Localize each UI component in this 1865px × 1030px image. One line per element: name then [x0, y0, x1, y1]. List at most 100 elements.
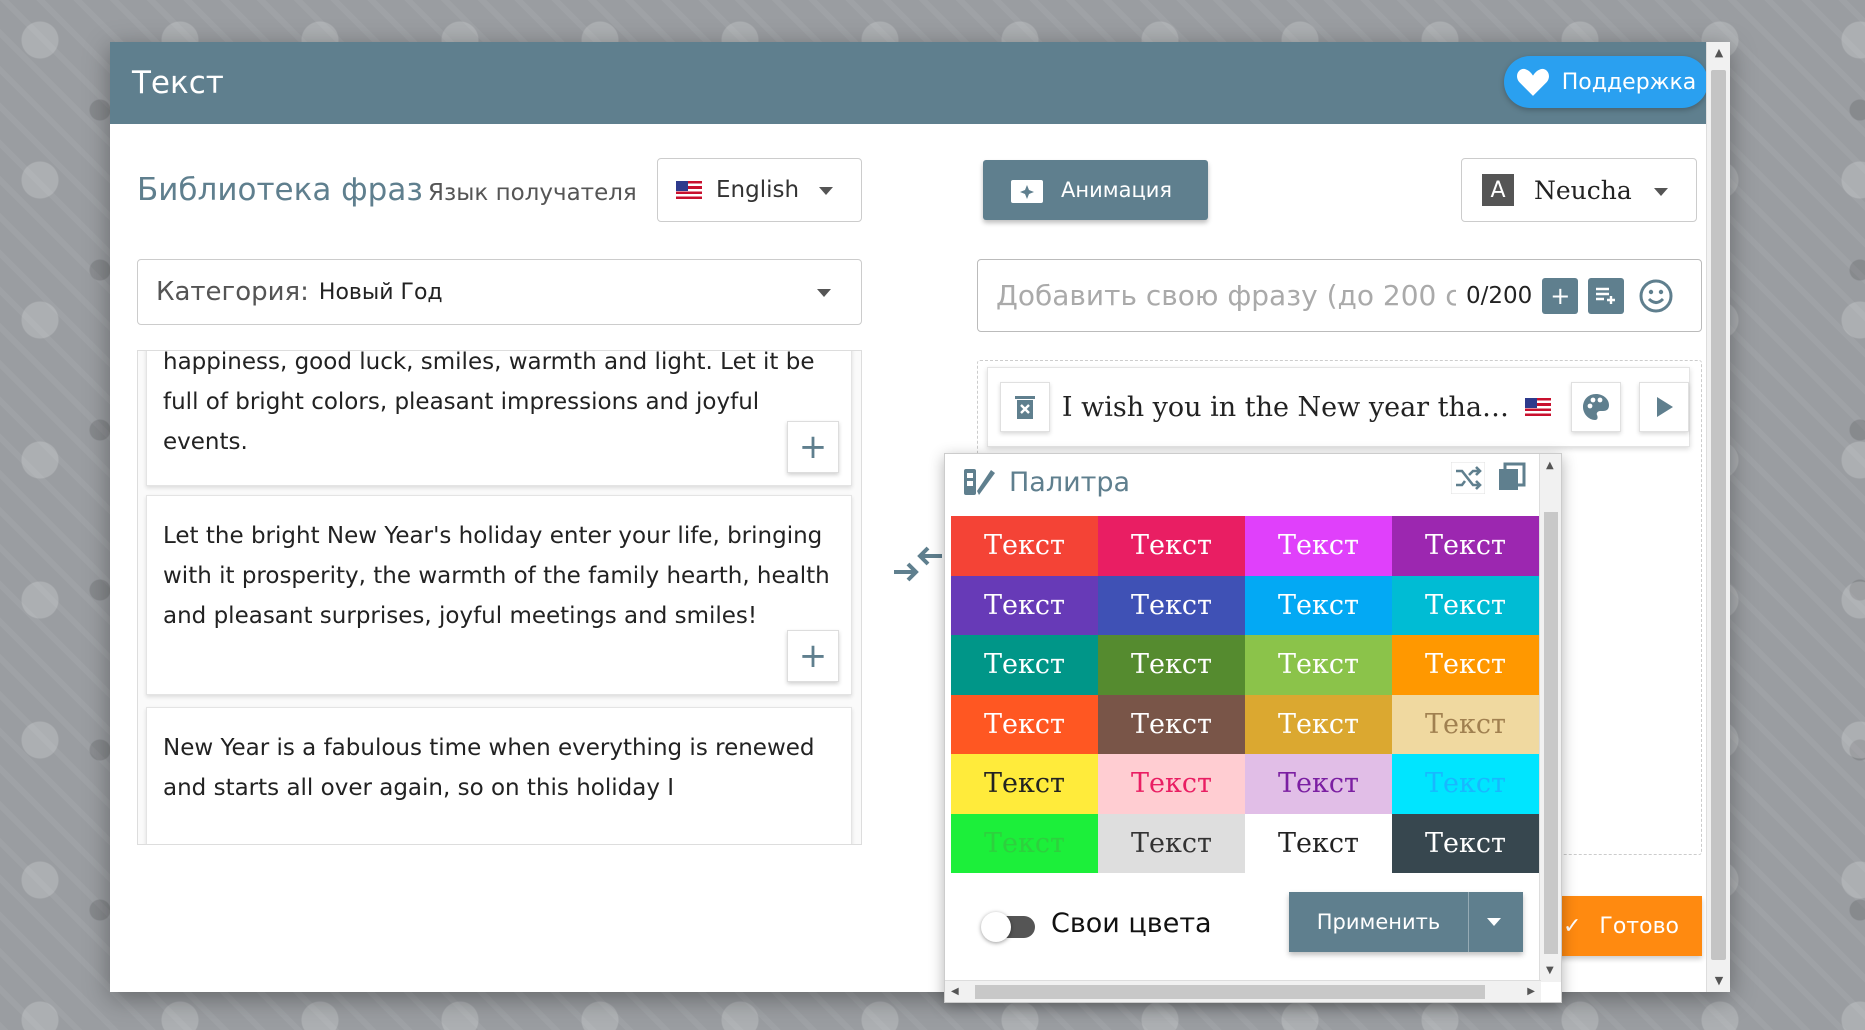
animation-button[interactable]: Анимация — [983, 160, 1208, 220]
color-swatch[interactable]: Текст — [951, 575, 1098, 635]
palette-title: Палитра — [1009, 466, 1131, 498]
dialog-scrollbar[interactable]: ▲ ▼ — [1706, 42, 1730, 992]
category-value: Новый Год — [318, 279, 443, 305]
list-item: Let the bright New Year's holiday enter … — [146, 495, 852, 695]
color-swatch[interactable]: Текст — [1098, 635, 1245, 695]
color-swatch[interactable]: Текст — [951, 635, 1098, 695]
dialog-header: Текст Поддержка — [110, 42, 1730, 124]
color-swatch-grid: Текст Текст Текст Текст Текст Текст Текст Текст… — [951, 516, 1539, 873]
color-swatch[interactable]: Текст — [1392, 813, 1539, 873]
color-swatch[interactable]: Текст — [1392, 516, 1539, 576]
palette-popup: Палитра Текст Текст Текст Текст Текст Текст Те… — [944, 453, 1562, 1003]
scroll-down-icon[interactable]: ▼ — [1707, 970, 1730, 992]
phrase-text: happiness, good luck, smiles, warmth and… — [163, 350, 815, 455]
chevron-down-icon — [1654, 188, 1668, 196]
color-swatch[interactable]: Текст — [1098, 694, 1245, 754]
color-swatch[interactable]: Текст — [951, 516, 1098, 576]
palette-icon — [1583, 394, 1610, 420]
color-swatch[interactable]: Текст — [1098, 813, 1245, 873]
category-select[interactable]: Категория: Новый Год — [137, 259, 862, 325]
apply-label: Применить — [1289, 892, 1469, 952]
color-swatch[interactable]: Текст — [1245, 516, 1392, 576]
color-swatch[interactable]: Текст — [1392, 575, 1539, 635]
color-swatch[interactable]: Текст — [1245, 813, 1392, 873]
font-value: Neucha — [1534, 175, 1632, 205]
shuffle-icon[interactable] — [1451, 462, 1485, 494]
us-flag-icon — [1525, 398, 1552, 416]
custom-phrase-input[interactable] — [996, 279, 1456, 312]
scroll-left-icon[interactable]: ◀ — [951, 986, 959, 997]
us-flag-icon — [676, 181, 702, 199]
scrollbar-thumb[interactable] — [1711, 70, 1726, 960]
support-button[interactable]: Поддержка — [1504, 56, 1708, 108]
color-swatch[interactable]: Текст — [1245, 694, 1392, 754]
done-label: Готово — [1599, 913, 1679, 939]
palette-footer: Свои цвета Применить — [945, 892, 1539, 962]
own-colors-toggle[interactable] — [981, 912, 1035, 942]
language-value: English — [716, 177, 800, 203]
toggle-knob — [981, 912, 1011, 942]
color-swatch[interactable]: Текст — [951, 754, 1098, 814]
animation-label: Анимация — [1061, 178, 1173, 202]
support-label: Поддержка — [1561, 69, 1697, 95]
font-select[interactable]: A Neucha — [1461, 158, 1697, 222]
color-swatch[interactable]: Текст — [951, 694, 1098, 754]
heart-icon — [1516, 68, 1549, 96]
playlist-add-icon — [1596, 287, 1616, 304]
color-swatch[interactable]: Текст — [1245, 754, 1392, 814]
copy-icon[interactable] — [1497, 462, 1527, 492]
color-swatch[interactable]: Текст — [951, 813, 1098, 873]
list-item: New Year is a fabulous time when everyth… — [146, 707, 852, 844]
palette-tools — [1451, 462, 1527, 494]
phrase-library-title: Библиотека фраз — [137, 172, 423, 208]
scroll-up-icon[interactable]: ▲ — [1546, 460, 1554, 471]
play-button[interactable] — [1639, 382, 1690, 432]
dialog-title: Текст — [132, 65, 224, 101]
selected-phrase-row: I wish you in the New year that happines… — [987, 367, 1690, 447]
own-colors-label: Свои цвета — [1051, 908, 1212, 939]
sparkle-film-icon — [1011, 180, 1043, 203]
category-label: Категория: — [156, 277, 309, 307]
trash-icon — [1014, 396, 1035, 419]
palette-button[interactable] — [1571, 382, 1622, 432]
add-phrase-button[interactable]: + — [787, 630, 839, 682]
scroll-down-icon[interactable]: ▼ — [1546, 965, 1554, 976]
scroll-up-icon[interactable]: ▲ — [1707, 42, 1730, 64]
phrase-text: Let the bright New Year's holiday enter … — [163, 523, 830, 629]
chevron-down-icon[interactable] — [1487, 918, 1501, 926]
done-button[interactable]: ✓ Готово — [1540, 896, 1702, 956]
color-swatch[interactable]: Текст — [1098, 575, 1245, 635]
scrollbar-thumb[interactable] — [1544, 512, 1558, 954]
phrase-list[interactable]: happiness, good luck, smiles, warmth and… — [137, 350, 862, 845]
emoji-icon[interactable] — [1638, 278, 1674, 314]
chevron-down-icon — [817, 289, 831, 297]
color-swatch[interactable]: Текст — [1392, 635, 1539, 695]
phrase-text: New Year is a fabulous time when everyth… — [163, 735, 815, 801]
play-icon — [1657, 397, 1674, 417]
color-swatch[interactable]: Текст — [1098, 516, 1245, 576]
scrollbar-thumb[interactable] — [975, 985, 1485, 999]
add-phrase-button[interactable]: + — [787, 421, 839, 473]
color-swatch[interactable]: Текст — [1098, 754, 1245, 814]
scroll-right-icon[interactable]: ▶ — [1527, 986, 1535, 997]
custom-phrase-field: 0/200 + — [977, 259, 1702, 332]
recipient-language-label: Язык получателя — [428, 180, 637, 206]
char-counter: 0/200 — [1466, 282, 1533, 309]
color-swatch[interactable]: Текст — [1392, 694, 1539, 754]
color-swatch[interactable]: Текст — [1245, 635, 1392, 695]
add-custom-phrase-button[interactable]: + — [1542, 277, 1579, 314]
language-select[interactable]: English — [657, 158, 862, 222]
palette-horizontal-scrollbar[interactable]: ◀ ▶ — [945, 980, 1541, 1002]
color-swatch[interactable]: Текст — [1245, 575, 1392, 635]
apply-button[interactable]: Применить — [1289, 892, 1523, 952]
color-swatch[interactable]: Текст — [1392, 754, 1539, 814]
selected-phrase-text: I wish you in the New year that happines… — [1061, 391, 1515, 423]
swap-arrows-icon[interactable] — [890, 542, 946, 586]
palette-vertical-scrollbar[interactable]: ▲ ▼ — [1539, 454, 1561, 982]
check-icon: ✓ — [1562, 913, 1582, 939]
add-list-button[interactable] — [1588, 277, 1625, 314]
palette-brush-icon — [964, 469, 995, 495]
list-item: happiness, good luck, smiles, warmth and… — [146, 350, 852, 486]
delete-button[interactable] — [1000, 382, 1050, 432]
chevron-down-icon — [819, 187, 833, 195]
